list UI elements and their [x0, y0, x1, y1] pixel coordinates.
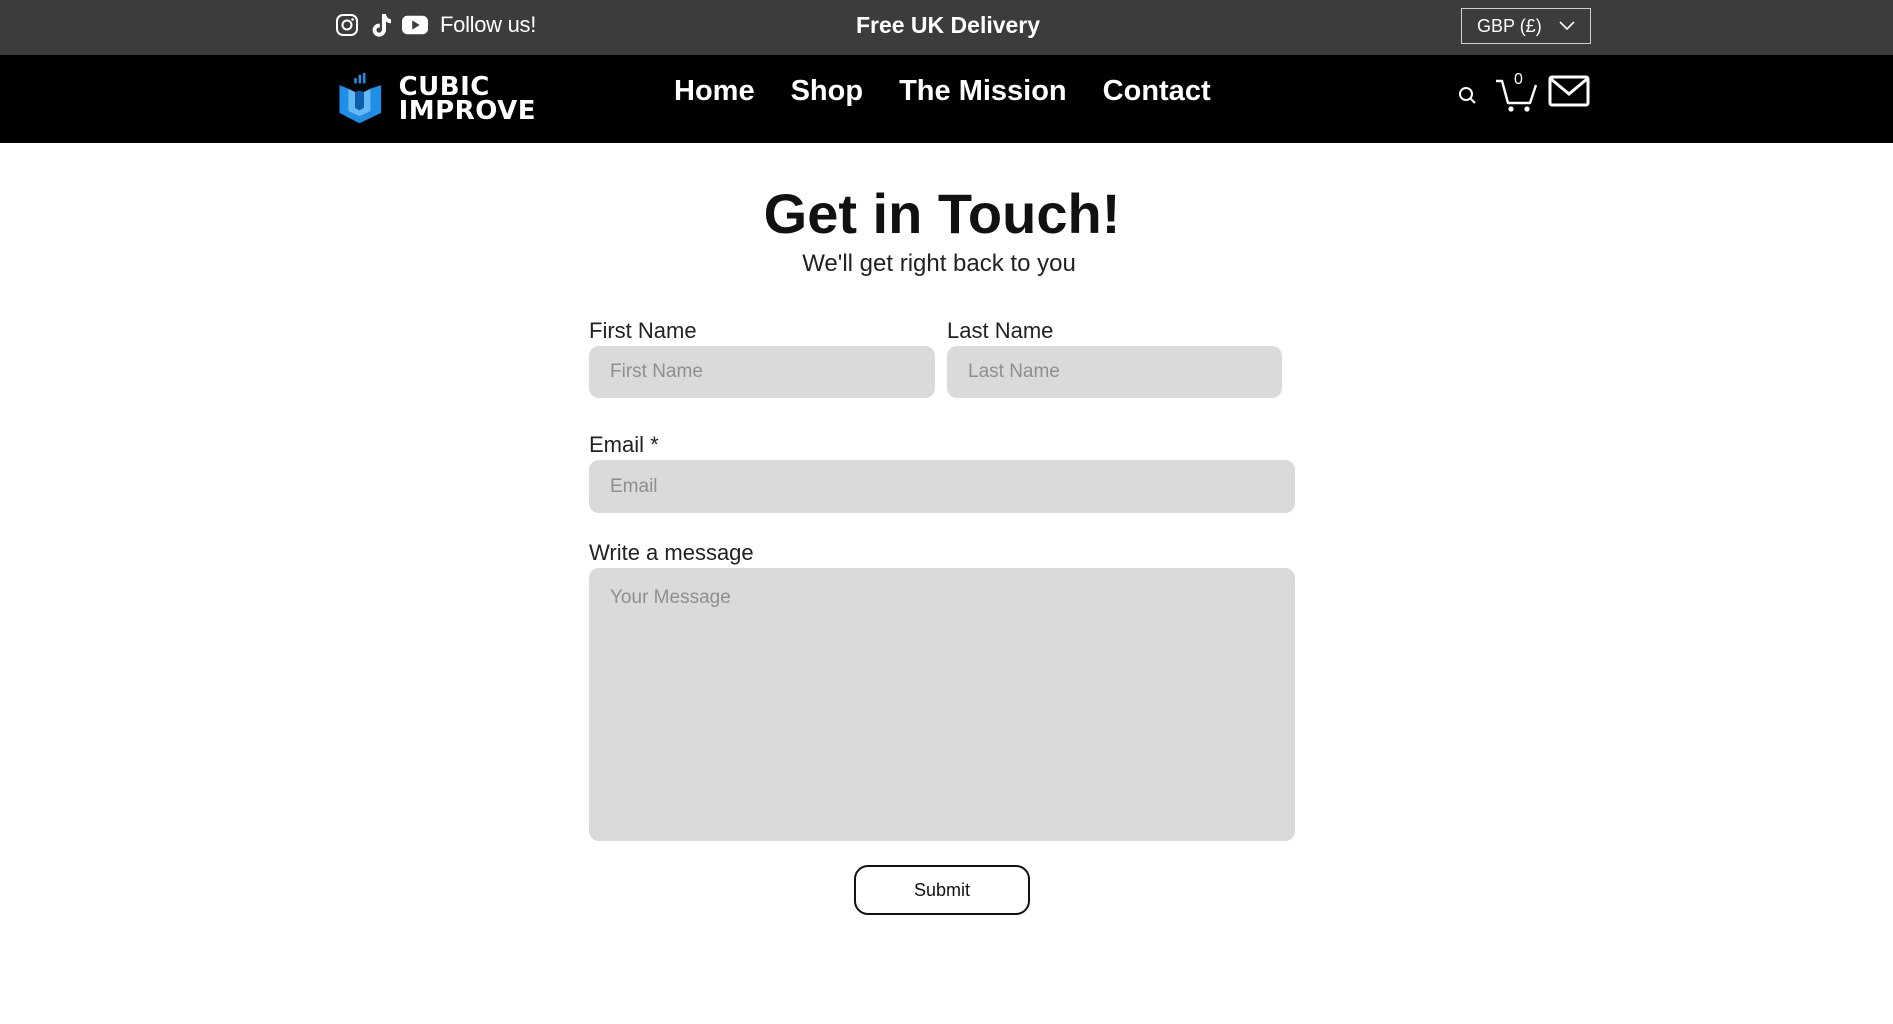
logo-wordmark: CUBIC IMPROVE — [398, 74, 536, 126]
nav-shop[interactable]: Shop — [791, 75, 864, 108]
announcement-bar: Follow us! Free UK Delivery GBP (£) — [0, 0, 1893, 55]
follow-us-text: Follow us! — [440, 12, 537, 37]
page-title: Get in Touch! — [763, 182, 1121, 245]
last-name-label: Last Name — [947, 318, 1054, 343]
tiktok-icon[interactable] — [368, 12, 394, 38]
nav-contact[interactable]: Contact — [1103, 75, 1211, 108]
first-name-label: First Name — [589, 318, 697, 343]
submit-button[interactable]: Submit — [854, 865, 1030, 915]
instagram-icon[interactable] — [334, 12, 360, 38]
page-subtitle: We'll get right back to you — [802, 250, 1076, 277]
mail-icon[interactable] — [1548, 75, 1590, 109]
nav-the-mission[interactable]: The Mission — [899, 75, 1067, 108]
first-name-input[interactable] — [589, 346, 935, 398]
email-label: Email * — [589, 432, 659, 457]
promo-banner: Free UK Delivery — [855, 12, 1041, 38]
youtube-icon[interactable] — [402, 12, 428, 38]
currency-value: GBP (£) — [1477, 15, 1542, 36]
nav-home[interactable]: Home — [674, 75, 755, 108]
social-links: Follow us! — [334, 10, 536, 40]
currency-selector[interactable]: GBP (£) — [1461, 8, 1591, 44]
search-icon[interactable] — [1456, 84, 1480, 108]
message-textarea[interactable] — [589, 568, 1295, 841]
email-input[interactable] — [589, 460, 1295, 513]
site-logo[interactable]: CUBIC IMPROVE — [336, 67, 536, 131]
main-nav: Home Shop The Mission Contact — [674, 75, 1211, 108]
logo-text-line2: IMPROVE — [398, 96, 536, 126]
cart-count: 0 — [1514, 71, 1523, 88]
last-name-input[interactable] — [947, 346, 1282, 398]
main-header: CUBIC IMPROVE Home Shop The Mission Cont… — [0, 55, 1893, 143]
cart-button[interactable]: 0 — [1494, 71, 1538, 113]
message-label: Write a message — [589, 540, 754, 565]
logo-mark-icon — [339, 72, 382, 124]
chevron-down-icon — [1559, 21, 1575, 31]
